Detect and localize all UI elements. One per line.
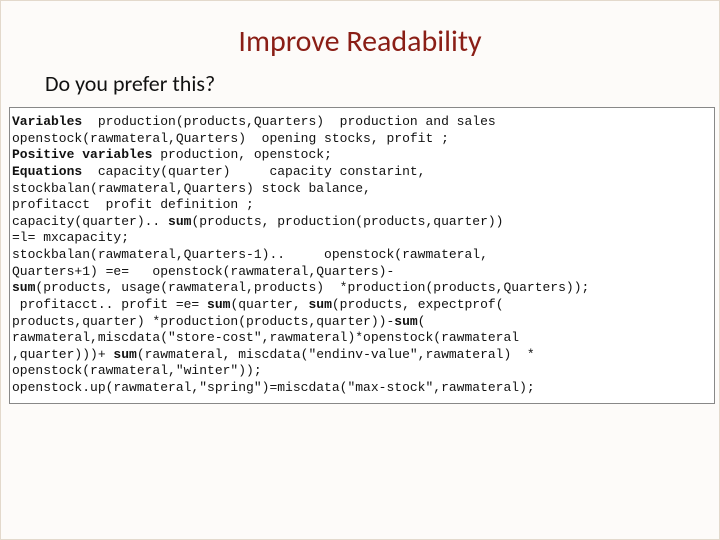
keyword-sum: sum	[168, 214, 191, 229]
code-line: =l= mxcapacity;	[12, 230, 129, 245]
code-line: Variables production(products,Quarters) …	[12, 114, 496, 129]
code-line: sum(products, usage(rawmateral,products)…	[12, 280, 589, 295]
code-line: stockbalan(rawmateral,Quarters-1).. open…	[12, 247, 488, 262]
code-line: profitacct profit definition ;	[12, 197, 254, 212]
code-line: profitacct.. profit =e= sum(quarter, sum…	[12, 297, 504, 312]
keyword-sum: sum	[12, 280, 35, 295]
keyword-sum: sum	[207, 297, 230, 312]
code-line: stockbalan(rawmateral,Quarters) stock ba…	[12, 181, 371, 196]
code-line: products,quarter) *production(products,q…	[12, 314, 425, 329]
slide: Improve Readability Do you prefer this? …	[0, 0, 720, 540]
page-title: Improve Readability	[31, 23, 689, 60]
subtitle: Do you prefer this?	[45, 70, 689, 97]
code-line: capacity(quarter).. sum(products, produc…	[12, 214, 504, 229]
code-line: Quarters+1) =e= openstock(rawmateral,Qua…	[12, 264, 394, 279]
code-line: openstock(rawmateral,"winter"));	[12, 363, 262, 378]
keyword-sum: sum	[394, 314, 417, 329]
code-line: ,quarter)))+ sum(rawmateral, miscdata("e…	[12, 347, 535, 362]
code-block: Variables production(products,Quarters) …	[9, 107, 715, 404]
keyword-equations: Equations	[12, 164, 82, 179]
code-line: openstock.up(rawmateral,"spring")=miscda…	[12, 380, 535, 395]
keyword-sum: sum	[308, 297, 331, 312]
keyword-positive-variables: Positive variables	[12, 147, 152, 162]
code-line: Positive variables production, openstock…	[12, 147, 332, 162]
code-line: rawmateral,miscdata("store-cost",rawmate…	[12, 330, 519, 345]
keyword-sum: sum	[113, 347, 136, 362]
code-line: openstock(rawmateral,Quarters) opening s…	[12, 131, 449, 146]
keyword-variables: Variables	[12, 114, 82, 129]
code-line: Equations capacity(quarter) capacity con…	[12, 164, 425, 179]
